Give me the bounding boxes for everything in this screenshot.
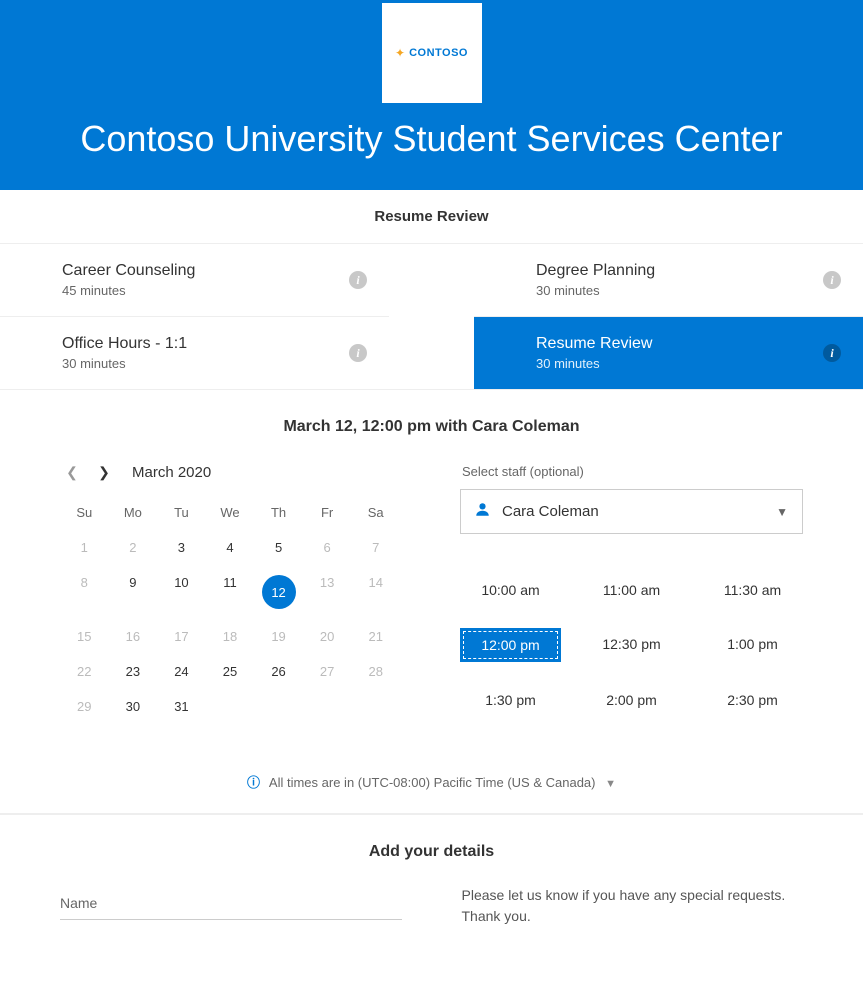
brand-logo: ✦ CONTOSO: [382, 3, 482, 103]
calendar-day: 7: [351, 530, 400, 565]
calendar-day[interactable]: 12: [254, 565, 303, 619]
time-slot[interactable]: 11:00 am: [581, 574, 682, 606]
calendar-day: 18: [206, 619, 255, 654]
calendar-day: 13: [303, 565, 352, 619]
time-slot[interactable]: 10:00 am: [460, 574, 561, 606]
calendar-day: 20: [303, 619, 352, 654]
service-name: Resume Review: [536, 335, 652, 353]
calendar-day: 28: [351, 654, 400, 689]
time-slot[interactable]: 1:30 pm: [460, 684, 561, 716]
staff-and-times: Select staff (optional) Cara Coleman ▼ 1…: [460, 456, 803, 724]
service-name: Career Counseling: [62, 262, 195, 280]
page-title: Contoso University Student Services Cent…: [0, 118, 863, 160]
calendar-day: 14: [351, 565, 400, 619]
calendar-day: 21: [351, 619, 400, 654]
calendar-day: [351, 689, 400, 724]
service-card[interactable]: Resume Review 30 minutes i: [474, 316, 863, 389]
timezone-row[interactable]: ⓘ All times are in (UTC-08:00) Pacific T…: [0, 754, 863, 814]
calendar-day: 1: [60, 530, 109, 565]
calendar-day[interactable]: 25: [206, 654, 255, 689]
service-duration: 30 minutes: [536, 283, 655, 298]
next-month-button[interactable]: ❯: [94, 464, 114, 481]
service-grid: Career Counseling45 minutesiDegree Plann…: [0, 243, 863, 390]
brand-name: CONTOSO: [409, 47, 468, 59]
hero-banner: ✦ CONTOSO Contoso University Student Ser…: [0, 0, 863, 190]
calendar-day[interactable]: 30: [109, 689, 158, 724]
info-icon[interactable]: i: [349, 271, 367, 289]
prev-month-button[interactable]: ❮: [62, 464, 82, 481]
service-name: Degree Planning: [536, 262, 655, 280]
info-icon[interactable]: i: [823, 271, 841, 289]
service-card[interactable]: Career Counseling 45 minutes i: [0, 244, 389, 316]
calendar-day[interactable]: 23: [109, 654, 158, 689]
calendar-grid: SuMoTuWeThFrSa12345678910111213141516171…: [60, 499, 400, 724]
calendar-day[interactable]: 11: [206, 565, 255, 619]
calendar-day[interactable]: 10: [157, 565, 206, 619]
timezone-prefix: All times are in: [269, 775, 354, 790]
time-slot[interactable]: 2:00 pm: [581, 684, 682, 716]
calendar-day: 17: [157, 619, 206, 654]
chevron-down-icon: ▼: [776, 505, 788, 519]
calendar-day: 16: [109, 619, 158, 654]
staff-label: Select staff (optional): [462, 464, 803, 479]
staff-select[interactable]: Cara Coleman ▼: [460, 489, 803, 534]
calendar-dow: Sa: [351, 499, 400, 530]
time-slot[interactable]: 1:00 pm: [702, 628, 803, 662]
special-requests-text: Please let us know if you have any speci…: [462, 885, 804, 927]
calendar-day[interactable]: 3: [157, 530, 206, 565]
info-icon: ⓘ: [247, 775, 260, 790]
calendar-day: [303, 689, 352, 724]
calendar-day[interactable]: 5: [254, 530, 303, 565]
info-icon[interactable]: i: [349, 344, 367, 362]
calendar-dow: Th: [254, 499, 303, 530]
calendar-day: 6: [303, 530, 352, 565]
time-slots: 10:00 am 11:00 am 11:30 am 12:00 pm 12:30 pm…: [460, 574, 803, 716]
calendar-day: 22: [60, 654, 109, 689]
calendar-day[interactable]: 31: [157, 689, 206, 724]
name-field[interactable]: [60, 885, 402, 920]
timezone-value: (UTC-08:00) Pacific Time (US & Canada): [358, 775, 596, 790]
calendar-dow: Mo: [109, 499, 158, 530]
selected-service-heading: Resume Review: [0, 190, 863, 243]
calendar-dow: Tu: [157, 499, 206, 530]
calendar-day: 8: [60, 565, 109, 619]
time-slot[interactable]: 12:30 pm: [581, 628, 682, 662]
booking-summary: March 12, 12:00 pm with Cara Coleman: [0, 390, 863, 456]
service-card[interactable]: Office Hours - 1:1 30 minutes i: [0, 316, 389, 389]
service-duration: 45 minutes: [62, 283, 195, 298]
calendar-day[interactable]: 9: [109, 565, 158, 619]
time-slot[interactable]: 11:30 am: [702, 574, 803, 606]
calendar: ❮ ❯ March 2020 SuMoTuWeThFrSa12345678910…: [60, 456, 400, 724]
calendar-dow: We: [206, 499, 255, 530]
info-icon[interactable]: i: [823, 344, 841, 362]
chevron-down-icon: ▼: [605, 778, 616, 790]
staff-selected-name: Cara Coleman: [502, 503, 599, 520]
calendar-day[interactable]: 4: [206, 530, 255, 565]
service-card[interactable]: Degree Planning 30 minutes i: [474, 244, 863, 316]
calendar-day: [254, 689, 303, 724]
calendar-day: 27: [303, 654, 352, 689]
details-heading: Add your details: [0, 815, 863, 885]
calendar-day[interactable]: 24: [157, 654, 206, 689]
time-slot[interactable]: 2:30 pm: [702, 684, 803, 716]
calendar-day: 15: [60, 619, 109, 654]
calendar-day[interactable]: 26: [254, 654, 303, 689]
calendar-dow: Fr: [303, 499, 352, 530]
calendar-dow: Su: [60, 499, 109, 530]
calendar-day: [206, 689, 255, 724]
calendar-day: 29: [60, 689, 109, 724]
calendar-day: 19: [254, 619, 303, 654]
person-icon: [475, 502, 490, 521]
calendar-month-label: March 2020: [132, 464, 211, 481]
service-name: Office Hours - 1:1: [62, 335, 187, 353]
service-duration: 30 minutes: [536, 356, 652, 371]
service-duration: 30 minutes: [62, 356, 187, 371]
calendar-day: 2: [109, 530, 158, 565]
time-slot[interactable]: 12:00 pm: [460, 628, 561, 662]
logo-icon: ✦: [395, 46, 405, 60]
